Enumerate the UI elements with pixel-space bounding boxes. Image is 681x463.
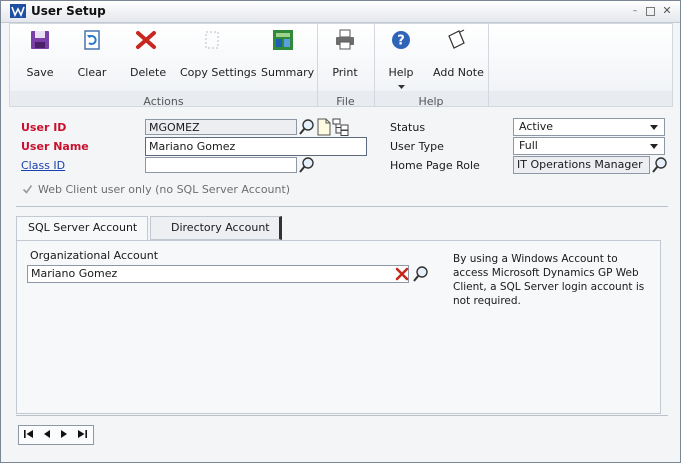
user-setup-window: User Setup – ✕ Save Clear Delete Copy Se… [0,0,681,463]
print-icon [336,29,354,50]
user-name-label: User Name [21,140,89,153]
save-icon [31,31,49,49]
copy-settings-button[interactable]: Copy Settings [180,28,257,79]
divider [16,415,668,416]
delete-button[interactable]: Delete [130,28,166,79]
web-client-only-label: Web Client user only (no SQL Server Acco… [38,183,291,196]
ribbon-separator [317,24,318,106]
chevron-down-icon [397,85,405,89]
close-icon[interactable]: ✕ [662,5,672,16]
info-text: By using a Windows Account to access Mic… [453,253,645,307]
chevron-down-icon [650,144,658,149]
ribbon-separator [374,24,375,106]
note-icon [448,29,465,49]
new-note-icon[interactable] [317,118,331,136]
add-note-button[interactable]: Add Note [433,28,484,79]
last-record-icon[interactable] [77,429,87,439]
tab-sql-server-account[interactable]: SQL Server Account [16,216,148,240]
home-page-role-field[interactable]: IT Operations Manager [513,156,650,174]
lookup-icon[interactable] [298,156,316,174]
divider [16,206,668,207]
window-title: User Setup [31,4,106,18]
app-icon [10,4,26,18]
organizational-account-field[interactable]: Mariano Gomez [27,265,409,283]
lookup-icon[interactable] [412,265,430,283]
user-id-field[interactable]: MGOMEZ [145,119,297,135]
next-record-icon[interactable] [59,429,69,439]
home-page-role-label: Home Page Role [390,159,480,172]
hierarchy-icon[interactable] [332,118,349,136]
previous-record-icon[interactable] [42,429,52,439]
summary-icon [273,30,293,50]
class-id-link[interactable]: Class ID [21,159,65,172]
lookup-icon[interactable] [298,118,316,136]
user-id-label: User ID [21,121,67,134]
user-name-field[interactable]: Mariano Gomez [145,137,367,156]
save-button[interactable]: Save [25,28,55,79]
clear-icon [84,30,100,50]
organizational-account-label: Organizational Account [30,249,159,262]
ribbon: Save Clear Delete Copy Settings Summary … [9,23,673,108]
user-type-dropdown[interactable]: Full [513,137,665,155]
group-label-help: Help [418,95,444,108]
remove-icon[interactable] [394,266,410,282]
restore-icon[interactable] [646,7,655,16]
svg-text:?: ? [397,34,405,49]
tab-directory-account[interactable]: Directory Account [150,216,282,240]
title-bar: User Setup – ✕ [1,1,680,23]
chevron-down-icon [650,125,658,130]
record-navigation [18,425,94,445]
clear-button[interactable]: Clear [77,28,107,79]
user-type-label: User Type [390,140,444,153]
first-record-icon[interactable] [24,429,34,439]
class-id-field[interactable] [145,157,297,173]
summary-button[interactable]: Summary [261,28,314,79]
copy-settings-icon [205,31,219,49]
minimize-icon[interactable]: – [630,6,640,16]
help-button[interactable]: ? Help [386,28,416,89]
status-label: Status [390,121,426,134]
print-button[interactable]: Print [330,28,360,79]
help-icon: ? [392,31,410,49]
status-dropdown[interactable]: Active [513,118,665,136]
delete-icon [136,31,156,49]
ribbon-separator [488,24,489,106]
group-label-file: File [336,95,355,108]
group-label-actions: Actions [143,95,184,108]
directory-panel: Organizational Account Mariano Gomez By … [16,240,661,414]
lookup-icon[interactable] [651,156,669,174]
checkbox-checked-icon[interactable] [22,184,33,195]
